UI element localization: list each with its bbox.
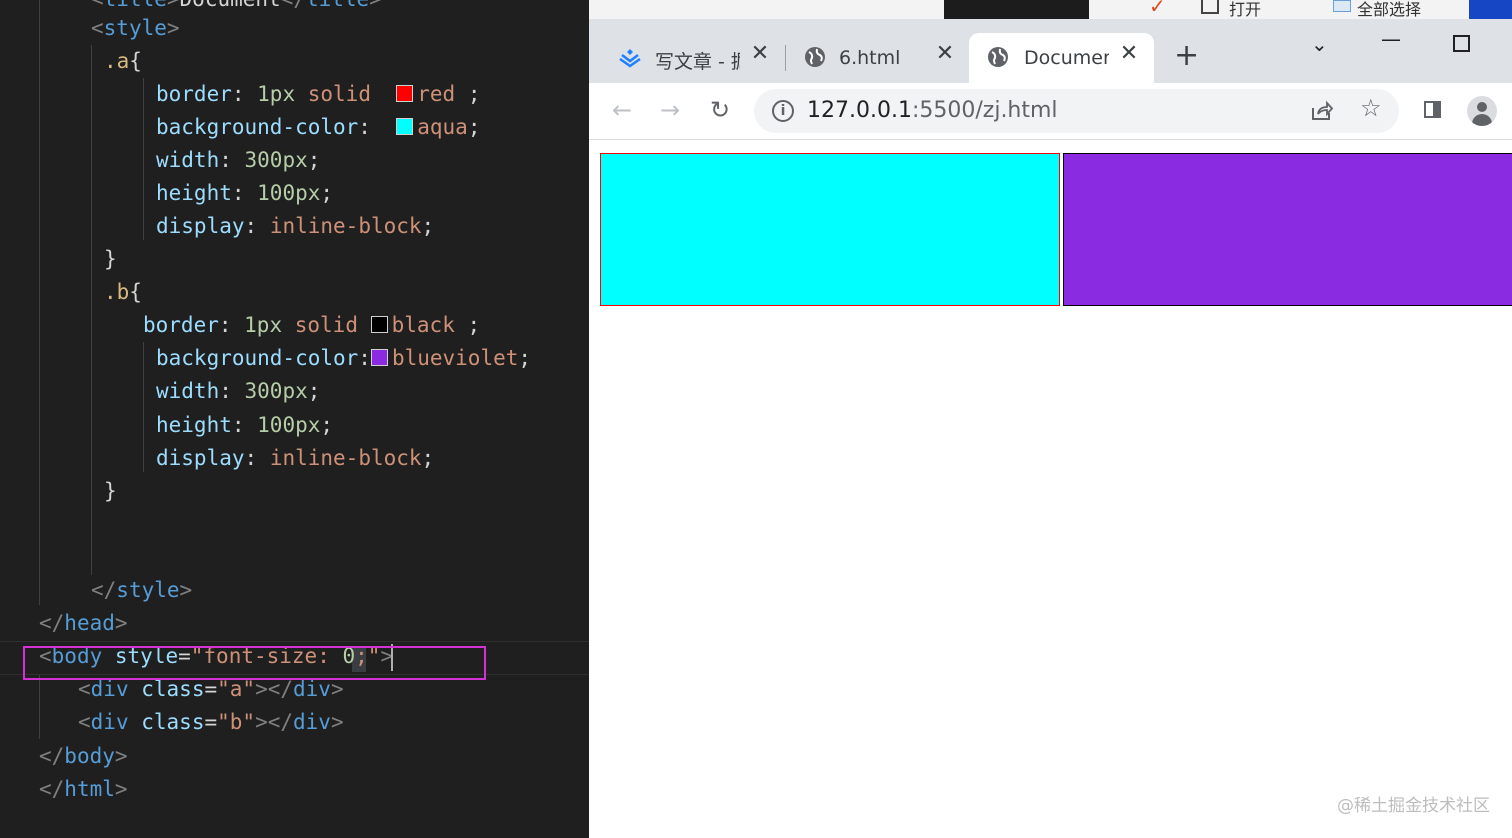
new-tab-button[interactable]: + — [1174, 41, 1199, 71]
div-b-box — [1063, 153, 1512, 306]
indent-guide — [39, 0, 40, 605]
url-text[interactable]: 127.0.0.1:5500/zj.html — [807, 98, 1058, 123]
indent-guide — [143, 342, 144, 472]
color-swatch-aqua[interactable] — [396, 117, 414, 135]
code-line-style-open: <style> — [91, 16, 180, 40]
code-line-a-display: display: inline-block; — [156, 214, 435, 238]
color-swatch-blueviolet[interactable] — [370, 348, 388, 366]
page-viewport: @稀土掘金技术社区 — [589, 140, 1512, 838]
address-bar[interactable]: i 127.0.0.1:5500/zj.html ☆ — [754, 89, 1399, 133]
code-line-b-height: height: 100px; — [156, 413, 334, 437]
minimize-button[interactable]: — — [1381, 27, 1401, 51]
tab-title: 6.html — [839, 47, 901, 69]
color-swatch-black[interactable] — [370, 315, 388, 333]
tab-6-html[interactable]: 6.html ✕ — [791, 33, 966, 83]
close-icon[interactable]: ✕ — [934, 43, 956, 65]
code-line-head-close: </head> — [39, 611, 128, 635]
code-line-b-bg: background-color: blueviolet; — [156, 346, 532, 370]
bookmark-star-icon[interactable]: ☆ — [1360, 94, 1382, 122]
code-line-selector-b: .b{ — [104, 280, 142, 304]
div-a-box — [600, 153, 1060, 306]
maximize-button[interactable] — [1453, 35, 1470, 52]
site-info-icon[interactable]: i — [772, 100, 794, 122]
indent-guide — [39, 675, 40, 739]
select-all-icon — [1333, 0, 1351, 12]
select-all-menu[interactable]: 全部选择 — [1357, 0, 1421, 19]
code-line-div-b: <div class="b"></div> — [78, 710, 344, 734]
code-editor[interactable]: <title>Document</title> <style> .a{ bord… — [0, 0, 589, 838]
file-icon — [1201, 0, 1219, 14]
annotation-highlight-box — [23, 646, 486, 680]
tab-juejin[interactable]: 写文章 - 掘 ✕ — [607, 33, 775, 83]
code-line-b-border: border: 1px solid black ; — [143, 313, 481, 337]
window-accent — [1469, 0, 1512, 19]
tab-strip: 写文章 - 掘 ✕ 6.html ✕ Documen ✕ + ⌄ — — [589, 19, 1512, 83]
check-icon: ✓ — [1149, 0, 1166, 18]
tab-title: 写文章 - 掘 — [655, 51, 740, 73]
browser-toolbar: ← → ↻ i 127.0.0.1:5500/zj.html ☆ — [589, 83, 1512, 140]
close-icon[interactable]: ✕ — [1118, 43, 1140, 65]
forward-button[interactable]: → — [655, 95, 685, 125]
code-line-close-brace: } — [104, 247, 117, 271]
code-line-a-border: border: 1px solid red ; — [156, 82, 481, 106]
profile-avatar-icon[interactable] — [1467, 96, 1497, 126]
code-line-a-height: height: 100px; — [156, 181, 334, 205]
back-button[interactable]: ← — [607, 95, 637, 125]
tab-separator — [785, 45, 786, 71]
globe-icon — [988, 47, 1008, 67]
watermark: @稀土掘金技术社区 — [1337, 796, 1490, 816]
code-line-b-width: width: 300px; — [156, 379, 321, 403]
color-swatch-red[interactable] — [396, 84, 414, 102]
tab-search-chevron-icon[interactable]: ⌄ — [1311, 32, 1328, 56]
code-line-close-brace: } — [104, 479, 117, 503]
background-app-toolbar: ✓ 打开 全部选择 — [589, 0, 1512, 19]
tab-document[interactable]: Documen ✕ — [969, 33, 1154, 83]
code-line-a-bg: background-color: aqua; — [156, 115, 481, 139]
globe-icon — [805, 47, 825, 67]
code-line-body-close: </body> — [39, 744, 128, 768]
code-line-b-display: display: inline-block; — [156, 446, 435, 470]
code-line-html-close: </html> — [39, 777, 128, 801]
reload-button[interactable]: ↻ — [705, 95, 735, 125]
code-line-style-close: </style> — [91, 578, 193, 602]
share-icon[interactable] — [1310, 100, 1334, 122]
code-line-selector-a: .a{ — [104, 49, 142, 73]
close-icon[interactable]: ✕ — [749, 43, 771, 65]
indent-guide — [143, 78, 144, 240]
thumbnail-preview — [944, 0, 1089, 19]
side-panel-icon[interactable] — [1424, 101, 1441, 118]
open-menu[interactable]: 打开 — [1229, 0, 1261, 19]
indent-guide — [91, 45, 92, 575]
browser-window: 写文章 - 掘 ✕ 6.html ✕ Documen ✕ + ⌄ — — [589, 19, 1512, 838]
juejin-logo-icon — [619, 49, 641, 68]
tab-title: Documen — [1024, 47, 1109, 69]
code-line-a-width: width: 300px; — [156, 148, 321, 172]
